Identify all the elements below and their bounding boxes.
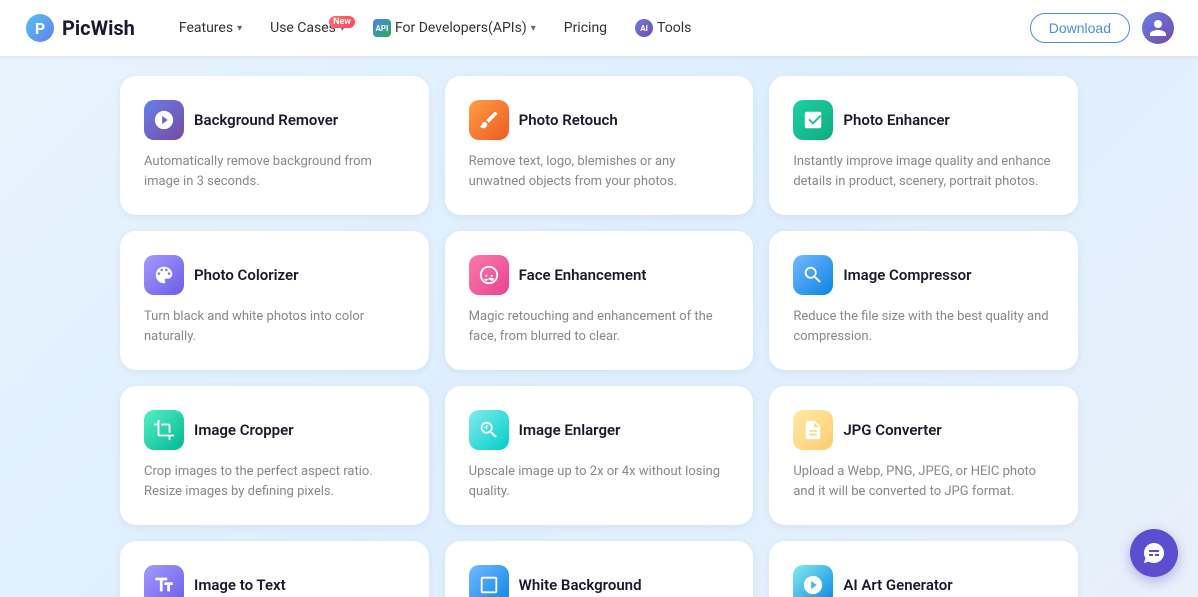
tool-name: Photo Colorizer: [194, 266, 298, 284]
tool-icon-enhancer: [793, 100, 833, 140]
tool-card[interactable]: White BackgroundMake photo background wh…: [445, 541, 754, 597]
nav-right: Download: [1030, 12, 1174, 44]
tool-icon-ai-art: [793, 565, 833, 597]
tool-card-header: Image Compressor: [793, 255, 1054, 295]
tool-desc: Upload a Webp, PNG, JPEG, or HEIC photo …: [793, 462, 1054, 501]
logo-text: PicWish: [62, 16, 135, 40]
tool-card[interactable]: Photo Colorizer Turn black and white phot…: [120, 231, 429, 370]
tool-card[interactable]: Image to TextEasily convert image to edi…: [120, 541, 429, 597]
navbar: P PicWish Features ▾ Use Cases ▾ New API…: [0, 0, 1198, 56]
nav-developers-label: For Developers(APIs): [395, 20, 527, 36]
ai-icon: AI: [635, 19, 653, 37]
nav-developers[interactable]: API For Developers(APIs) ▾: [361, 13, 548, 43]
tool-name: JPG Converter: [843, 421, 941, 439]
new-badge: New: [329, 16, 355, 28]
tool-card[interactable]: Image Compressor Reduce the file size wit…: [769, 231, 1078, 370]
chevron-down-icon: ▾: [237, 23, 242, 34]
tool-name: Face Enhancement: [519, 266, 647, 284]
tools-grid: Background Remover Automatically remove b…: [120, 76, 1078, 597]
tool-card-header: Photo Retouch: [469, 100, 730, 140]
tool-icon-white-bg: [469, 565, 509, 597]
tool-card-header: White Background: [469, 565, 730, 597]
svg-text:P: P: [35, 19, 45, 38]
tool-icon-cropper: [144, 410, 184, 450]
tool-card-header: Photo Colorizer: [144, 255, 405, 295]
tool-card[interactable]: Background Remover Automatically remove b…: [120, 76, 429, 215]
tool-card[interactable]: Photo Retouch Remove text, logo, blemishe…: [445, 76, 754, 215]
tool-name: AI Art Generator: [843, 576, 952, 594]
nav-use-cases[interactable]: Use Cases ▾ New: [258, 14, 357, 42]
nav-tools[interactable]: AI Tools: [623, 13, 703, 43]
tool-name: Image to Text: [194, 576, 286, 594]
tool-icon-colorizer: [144, 255, 184, 295]
tool-icon-face: [469, 255, 509, 295]
tool-icon-jpg: [793, 410, 833, 450]
tool-card-header: Photo Enhancer: [793, 100, 1054, 140]
tool-icon-compressor: [793, 255, 833, 295]
tool-icon-remover: [144, 100, 184, 140]
tool-card[interactable]: AI Art GeneratorProduce AI-generated ima…: [769, 541, 1078, 597]
tool-card-header: JPG Converter: [793, 410, 1054, 450]
tool-card-header: Image to Text: [144, 565, 405, 597]
nav-pricing-label: Pricing: [564, 20, 607, 36]
tool-icon-retouch: [469, 100, 509, 140]
nav-tools-label: Tools: [657, 20, 691, 36]
tool-name: Image Cropper: [194, 421, 294, 439]
tool-card-header: Image Cropper: [144, 410, 405, 450]
api-icon: API: [373, 19, 391, 37]
tool-desc: Remove text, logo, blemishes or any unwa…: [469, 152, 730, 191]
nav-items: Features ▾ Use Cases ▾ New API For Devel…: [167, 13, 1030, 43]
tool-card[interactable]: JPG Converter Upload a Webp, PNG, JPEG, o…: [769, 386, 1078, 525]
tool-card-header: Face Enhancement: [469, 255, 730, 295]
user-avatar[interactable]: [1142, 12, 1174, 44]
main-content: Background Remover Automatically remove b…: [0, 56, 1198, 597]
tool-desc: Instantly improve image quality and enha…: [793, 152, 1054, 191]
nav-use-cases-label: Use Cases: [270, 20, 336, 36]
tool-name: Image Compressor: [843, 266, 971, 284]
tool-desc: Reduce the file size with the best quali…: [793, 307, 1054, 346]
tool-name: Image Enlarger: [519, 421, 621, 439]
tool-desc: Crop images to the perfect aspect ratio.…: [144, 462, 405, 501]
tool-card-header: AI Art Generator: [793, 565, 1054, 597]
logo[interactable]: P PicWish: [24, 12, 135, 44]
chat-button[interactable]: [1130, 529, 1178, 577]
tool-card-header: Image Enlarger: [469, 410, 730, 450]
tool-desc: Automatically remove background from ima…: [144, 152, 405, 191]
tool-card[interactable]: Image Enlarger Upscale image up to 2x or …: [445, 386, 754, 525]
tool-icon-enlarger: [469, 410, 509, 450]
tool-desc: Turn black and white photos into color n…: [144, 307, 405, 346]
tool-desc: Upscale image up to 2x or 4x without los…: [469, 462, 730, 501]
tool-card[interactable]: Face Enhancement Magic retouching and enh…: [445, 231, 754, 370]
tool-name: Photo Retouch: [519, 111, 618, 129]
tool-name: Photo Enhancer: [843, 111, 950, 129]
tool-name: White Background: [519, 576, 642, 594]
tool-name: Background Remover: [194, 111, 338, 129]
tool-desc: Magic retouching and enhancement of the …: [469, 307, 730, 346]
tool-icon-image-text: [144, 565, 184, 597]
nav-pricing[interactable]: Pricing: [552, 14, 619, 42]
tool-card-header: Background Remover: [144, 100, 405, 140]
nav-features[interactable]: Features ▾: [167, 14, 254, 42]
nav-features-label: Features: [179, 20, 233, 36]
chevron-down-icon: ▾: [531, 23, 536, 34]
tool-card[interactable]: Photo Enhancer Instantly improve image qu…: [769, 76, 1078, 215]
download-button[interactable]: Download: [1030, 13, 1130, 43]
tool-card[interactable]: Image Cropper Crop images to the perfect …: [120, 386, 429, 525]
